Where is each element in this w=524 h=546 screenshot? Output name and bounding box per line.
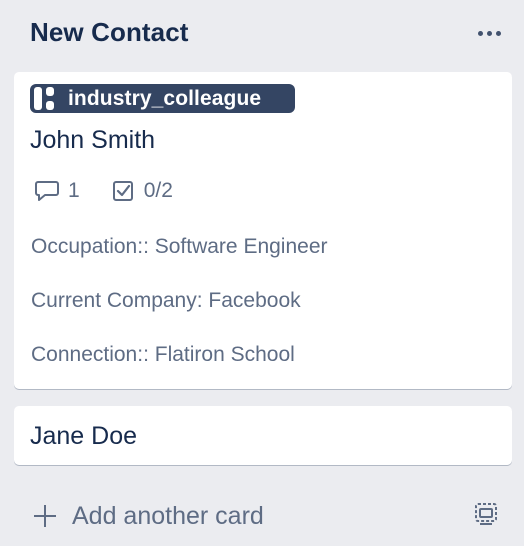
card-john-smith[interactable]: industry_colleague John Smith 1 0/2 Occu… [14, 72, 512, 389]
list-header: New Contact [0, 0, 524, 66]
card-title: John Smith [30, 126, 156, 154]
checklist-progress: 0/2 [143, 179, 173, 202]
comment-icon [35, 181, 59, 201]
card-template-icon [475, 503, 497, 525]
create-from-template-button[interactable] [470, 498, 502, 530]
description-occupation: Occupation:: Software Engineer [31, 235, 328, 258]
card-badges: 1 0/2 [34, 178, 173, 204]
label-grip-icon [32, 84, 60, 113]
plus-icon [30, 501, 60, 531]
list-menu-button[interactable] [470, 20, 508, 46]
description-company: Current Company: Facebook [31, 289, 301, 312]
card-label[interactable]: industry_colleague [30, 84, 295, 113]
ellipsis-icon [486, 30, 492, 36]
checklist-badge: 0/2 [112, 179, 173, 203]
add-card-button[interactable]: Add another card [30, 498, 264, 534]
comments-badge: 1 [34, 179, 80, 203]
comments-count: 1 [68, 179, 80, 202]
trello-list: New Contact industry_colleague John Smit… [0, 0, 524, 546]
description-connection: Connection:: Flatiron School [31, 343, 295, 366]
card-title: Jane Doe [30, 422, 138, 450]
card-jane-doe[interactable]: Jane Doe [14, 406, 512, 465]
checklist-icon [112, 181, 133, 201]
add-card-label: Add another card [72, 501, 264, 530]
ellipsis-icon [495, 30, 501, 36]
ellipsis-icon [477, 30, 483, 36]
list-title[interactable]: New Contact [30, 17, 189, 48]
card-label-text: industry_colleague [68, 86, 262, 110]
